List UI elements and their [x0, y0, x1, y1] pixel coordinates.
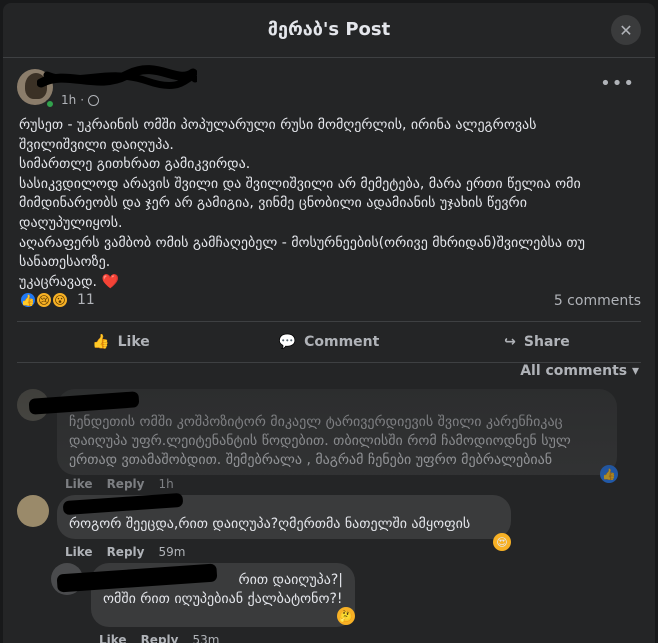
comment-bubble: Gia V ჩენდეთის ომში კოშპოზიტორ მიკაელ ტა… — [57, 389, 617, 475]
post-dialog: მერაბ's Post ✕ 1h · ••• რუსეთ - უკრაინის… — [3, 3, 655, 643]
comment-text: ომში რით იღუპებიან ქალბატონო?! — [103, 591, 343, 607]
dialog-header: მერაბ's Post ✕ — [3, 3, 655, 58]
heart-eyes-reaction-icon[interactable]: 😍 — [493, 533, 511, 551]
globe-icon — [88, 94, 100, 106]
heart-icon: ❤️ — [101, 273, 119, 290]
commenter-avatar[interactable] — [17, 495, 49, 527]
post-line: რუსეთ - უკრაინის ომში პოპულარული რუსი მო… — [19, 117, 537, 133]
post-line: დაღუპულიყოს. — [19, 214, 123, 231]
post-actions: 👍 Like 💬 Comment ↪ Share — [17, 321, 641, 363]
post-body: რუსეთ - უკრაინის ომში პოპულარული რუსი მო… — [19, 116, 639, 292]
chevron-down-icon: ▾ — [631, 363, 639, 379]
share-button[interactable]: ↪ Share — [433, 322, 641, 362]
comment-icon: 💬 — [278, 334, 297, 350]
comment-actions: Like Reply 59m — [65, 545, 185, 559]
post-time[interactable]: 1h — [61, 93, 76, 107]
post-meta: 1h · — [61, 93, 100, 107]
reaction-summary[interactable]: 👍 😢 😮 11 — [19, 291, 95, 309]
like-reaction-icon[interactable]: 👍 — [600, 465, 618, 483]
comment-filter-dropdown[interactable]: All comments ▾ — [520, 363, 639, 379]
post-line: სანათესაოზე. — [19, 254, 111, 271]
comment-time[interactable]: 53m — [192, 633, 219, 643]
dialog-title: მერაბ's Post — [267, 19, 391, 40]
thumbs-up-icon: 👍 — [92, 334, 110, 350]
close-icon[interactable]: ✕ — [611, 15, 641, 45]
comment-text: როგორ შეეცდა,რით დაიღუპა?ღმერთმა ნათელში… — [69, 516, 471, 532]
comment-like-link[interactable]: Like — [65, 477, 93, 491]
thinking-reaction-icon[interactable]: 🤔 — [337, 607, 355, 625]
post-line: აღარაფერს ვამბობ ომის გამჩაღებელ - მოსურ… — [19, 234, 585, 251]
wow-reaction-icon: 😮 — [51, 291, 69, 309]
redaction-scribble — [37, 65, 197, 89]
post-line: სასიკვდილოდ არავის შვილი და შვილიშვილი ა… — [19, 175, 581, 192]
comment-count[interactable]: 5 comments — [554, 293, 641, 309]
more-options-icon[interactable]: ••• — [600, 73, 635, 94]
post-line: სიმართლე გითხრათ გამიკვირდა. — [19, 156, 251, 173]
post-line: უკაცრავად. ❤️ — [19, 273, 119, 290]
post-line: შვილიშვილი დაიღუპა. — [19, 136, 174, 153]
comment-time[interactable]: 59m — [158, 545, 185, 559]
comment-time[interactable]: 1h — [158, 477, 173, 491]
comment-reply-link[interactable]: Reply — [107, 545, 145, 559]
comment-actions: Like Reply 1h — [65, 477, 174, 491]
comment-like-link[interactable]: Like — [99, 633, 127, 643]
comment-actions: Like Reply 53m — [99, 633, 219, 643]
comment-text: ჩენდეთის ომში კოშპოზიტორ მიკაელ ტარივერდ… — [69, 414, 563, 430]
post-line: მიმდინარეობს და ჯერ არ გამიგია, ვინმე ცნ… — [19, 195, 527, 212]
post-author[interactable]: 1h · — [17, 65, 317, 113]
reaction-count: 11 — [77, 292, 95, 308]
comment-like-link[interactable]: Like — [65, 545, 93, 559]
like-button[interactable]: 👍 Like — [17, 322, 225, 362]
comment-reply-link[interactable]: Reply — [107, 477, 145, 491]
comment-button[interactable]: 💬 Comment — [225, 322, 433, 362]
comment-reply-link[interactable]: Reply — [141, 633, 179, 643]
comment-text: დაიღუპა უფრ.ლეიტენანტის წოდებით. თბილისშ… — [69, 433, 571, 449]
comment-text: ერთად ვთამაშობდით. შემებრალა , მაგრამ ჩე… — [69, 452, 553, 468]
share-icon: ↪ — [504, 334, 516, 350]
online-status-icon — [45, 99, 55, 109]
commenter-name[interactable]: Gia V — [69, 397, 605, 413]
